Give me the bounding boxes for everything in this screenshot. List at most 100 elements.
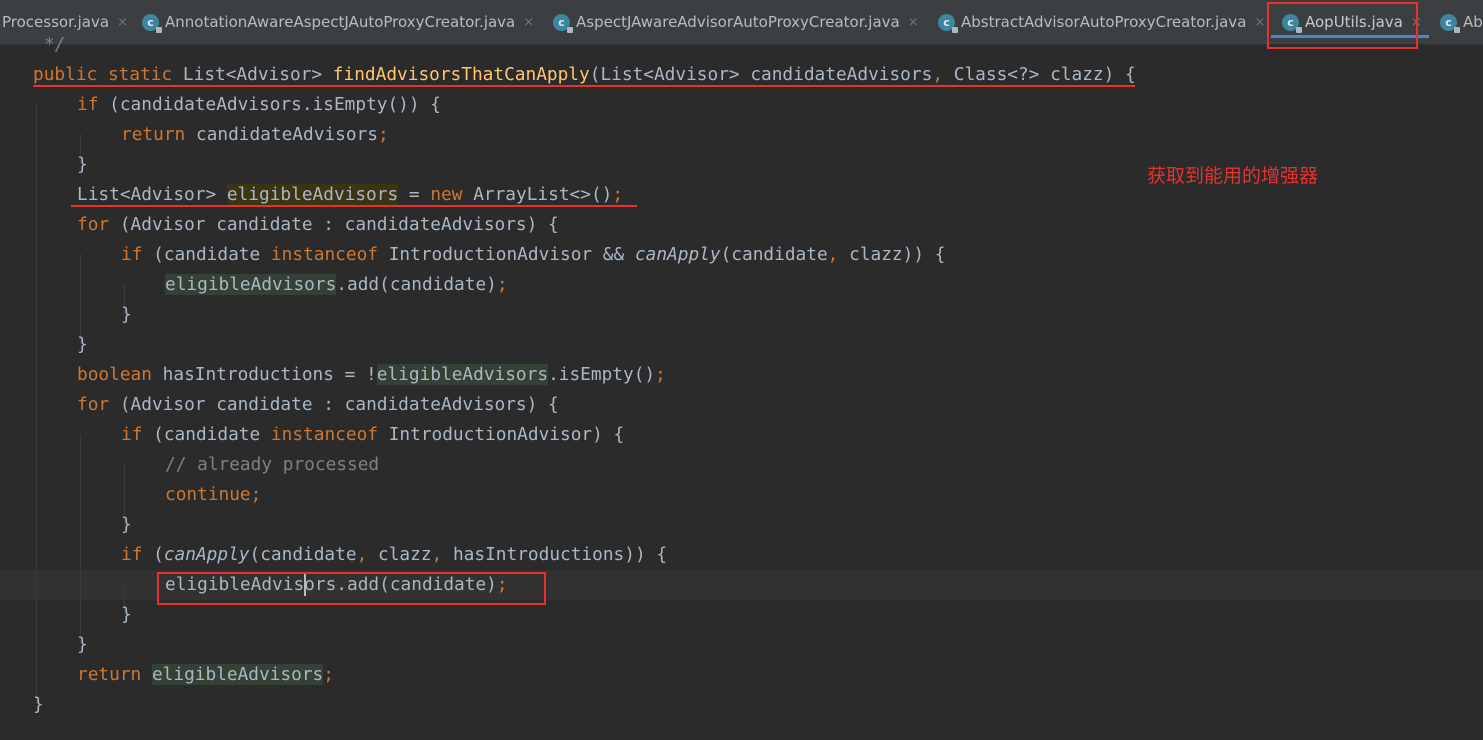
semicolon-token: ;	[655, 364, 666, 385]
brace-token: }	[77, 634, 88, 655]
brace-token: }	[121, 604, 132, 625]
semicolon-token: ;	[377, 124, 389, 145]
close-icon[interactable]: ×	[523, 15, 534, 30]
code-line: }	[77, 330, 88, 360]
comma-token: ,	[431, 544, 443, 565]
code-token: .isEmpty()	[548, 364, 656, 385]
keyword-token: static	[107, 64, 173, 85]
code-line: if (candidate instanceof IntroductionAdv…	[121, 240, 945, 270]
code-token: (candidate	[720, 244, 828, 265]
class-icon: c	[142, 13, 162, 33]
code-token: IntroductionAdvisor &&	[388, 244, 625, 265]
code-line: eligibleAdvisors.add(candidate);	[165, 270, 508, 300]
type-token: List<Advisor>	[182, 64, 323, 85]
brace-token: }	[77, 154, 88, 175]
code-token: ArrayList<>()	[473, 184, 613, 205]
keyword-token: continue	[165, 484, 251, 505]
code-line: // already processed	[165, 450, 379, 480]
class-icon: c	[938, 13, 958, 33]
keyword-token: new	[430, 184, 463, 205]
variable-token: eligibleAdvisors	[226, 184, 399, 205]
text-cursor	[304, 574, 306, 596]
close-icon[interactable]: ×	[117, 15, 128, 30]
variable-token: eligibleAdvisors	[376, 364, 549, 385]
semicolon-token: ;	[612, 184, 624, 205]
tab-label: AspectJAwareAdvisorAutoProxyCreator.java	[576, 13, 900, 31]
code-line: if (canApply(candidate, clazz, hasIntrod…	[121, 544, 668, 565]
code-line: if (candidate instanceof IntroductionAdv…	[121, 420, 624, 450]
code-line: for (Advisor candidate : candidateAdviso…	[77, 210, 559, 240]
code-token: (Advisor candidate : candidateAdvisors) …	[119, 394, 559, 415]
comma-token: ,	[827, 244, 839, 265]
code-editor[interactable]: */ public static List<Advisor> findAdvis…	[0, 34, 1483, 740]
indent-guide	[80, 434, 81, 644]
code-line: }	[33, 690, 44, 720]
annotation-text: 获取到能用的增强器	[1147, 165, 1319, 187]
code-token: hasIntroductions = !	[162, 364, 377, 385]
markup-box-add-candidate	[157, 572, 546, 605]
semicolon-token: ;	[323, 664, 334, 685]
semicolon-token: ;	[250, 484, 262, 505]
params-token: Class<?> clazz) {	[953, 64, 1136, 85]
keyword-token: if	[121, 244, 143, 265]
markup-box-active-tab	[1267, 2, 1418, 49]
code-line: }	[77, 150, 88, 180]
close-icon[interactable]: ×	[1254, 15, 1265, 30]
variable-token: eligibleAdvisors	[151, 664, 324, 685]
brace-token: }	[33, 694, 44, 715]
editor-tab-bar: Processor.java × c AnnotationAwareAspect…	[0, 0, 1483, 45]
close-icon[interactable]: ×	[908, 15, 919, 30]
code-line: if (candidateAdvisors.isEmpty()) {	[77, 90, 441, 120]
markup-underline-signature	[33, 85, 1135, 87]
indent-guide	[36, 104, 37, 704]
tab-label: Processor.java	[2, 13, 110, 31]
tab-label: AbstractAdvisorAutoProxyCreator.java	[961, 13, 1247, 31]
type-token: List<Advisor>	[77, 184, 217, 205]
tab-label: AnnotationAwareAspectJAutoProxyCreator.j…	[165, 13, 516, 31]
tab-abstract-advisor-auto-proxy-creator[interactable]: c AbstractAdvisorAutoProxyCreator.java ×	[938, 0, 1265, 44]
tab-aspectj-aware-advisor-auto-proxy-creator[interactable]: c AspectJAwareAdvisorAutoProxyCreator.ja…	[553, 0, 919, 44]
code-token: (candidate	[153, 424, 261, 445]
code-line: }	[121, 600, 132, 630]
semicolon-token: ;	[496, 274, 508, 295]
code-line: */	[44, 30, 65, 60]
code-token: clazz	[378, 544, 432, 565]
code-line: }	[121, 300, 132, 330]
comma-token: ,	[932, 64, 944, 85]
method-call-token: canApply	[634, 244, 721, 265]
code-token: IntroductionAdvisor) {	[388, 424, 625, 445]
keyword-token: instanceof	[270, 244, 378, 265]
class-icon: c	[553, 13, 573, 33]
code-line: for (Advisor candidate : candidateAdviso…	[77, 390, 559, 420]
markup-underline-declaration	[71, 205, 637, 207]
brace-token: }	[121, 304, 132, 325]
comment-token: // already processed	[165, 454, 380, 475]
code-token: (candidate	[249, 544, 357, 565]
keyword-token: for	[77, 394, 110, 415]
params-token: (List<Advisor> candidateAdvisors	[589, 64, 933, 85]
method-call-token: canApply	[163, 544, 250, 565]
keyword-token: return	[121, 124, 186, 145]
keyword-token: for	[77, 214, 110, 235]
code-token: candidateAdvisors	[195, 124, 378, 145]
comment-token: */	[44, 34, 66, 55]
comma-token: ,	[356, 544, 368, 565]
code-line: boolean hasIntroductions = !eligibleAdvi…	[77, 360, 666, 390]
keyword-token: if	[77, 94, 99, 115]
code-token: (candidateAdvisors.isEmpty()) {	[109, 94, 442, 115]
brace-token: }	[121, 514, 132, 535]
code-line: return candidateAdvisors;	[121, 120, 389, 150]
tab-ab[interactable]: c Ab	[1440, 0, 1483, 44]
keyword-token: instanceof	[270, 424, 378, 445]
class-icon: c	[1440, 13, 1460, 33]
tab-annotation-aware-aspectj-auto-proxy-creator[interactable]: c AnnotationAwareAspectJAutoProxyCreator…	[142, 0, 534, 44]
brace-token: }	[77, 334, 88, 355]
tab-label: Ab	[1463, 13, 1483, 31]
variable-token: eligibleAdvisors	[165, 274, 337, 295]
code-line: continue;	[165, 480, 261, 510]
code-token: (Advisor candidate : candidateAdvisors) …	[119, 214, 559, 235]
keyword-token: if	[121, 544, 143, 565]
operator-token: =	[408, 184, 420, 205]
code-line: }	[121, 510, 132, 540]
code-token: (candidate	[153, 244, 261, 265]
